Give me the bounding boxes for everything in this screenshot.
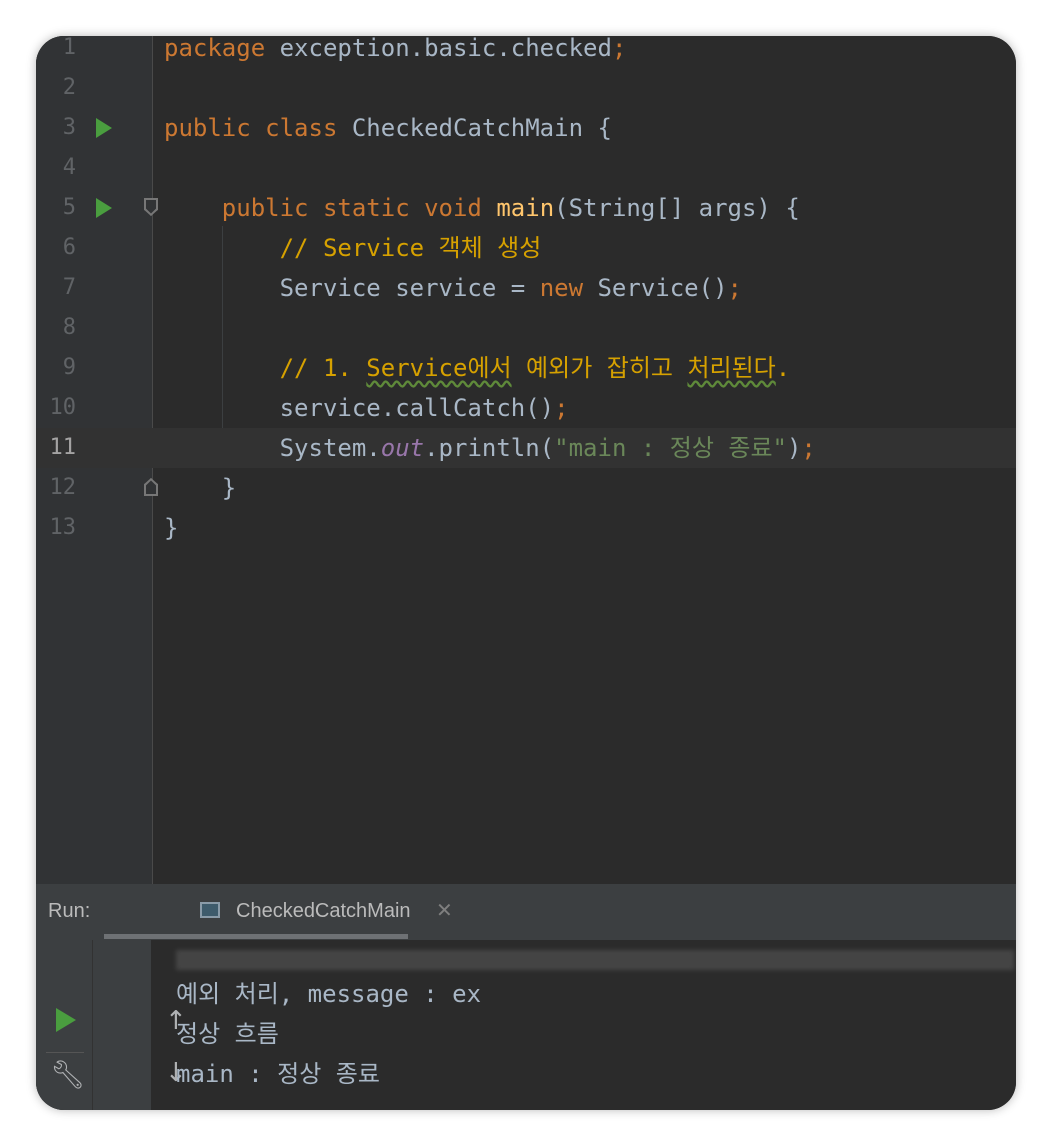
code-line[interactable]: 8 xyxy=(36,308,1016,348)
line-number: 9 xyxy=(62,355,76,380)
run-toolbar-left: 🔧︎ xyxy=(36,940,93,1110)
code-line[interactable]: 11 System.out.println("main : 정상 종료"); xyxy=(36,428,1016,468)
code-line[interactable]: 4 xyxy=(36,148,1016,188)
run-gutter-icon[interactable] xyxy=(96,118,112,138)
run-tab-label: CheckedCatchMain xyxy=(236,900,411,922)
line-number: 13 xyxy=(49,515,77,540)
code-text: service.callCatch(); xyxy=(164,394,569,422)
code-line[interactable]: 6 // Service 객체 생성 xyxy=(36,228,1016,268)
code-line[interactable]: 7 Service service = new Service(); xyxy=(36,268,1016,308)
code-line[interactable]: 2 xyxy=(36,68,1016,108)
line-number: 5 xyxy=(62,195,76,220)
ide-window: 1 package exception.basic.checked; 2 3 publi… xyxy=(36,36,1016,1110)
code-text: System.out.println("main : 정상 종료"); xyxy=(164,434,816,462)
line-number: 6 xyxy=(62,235,76,260)
line-number: 7 xyxy=(62,275,76,300)
console-icon xyxy=(196,902,220,923)
close-icon[interactable]: ✕ xyxy=(436,898,453,922)
line-number: 11 xyxy=(49,435,77,460)
fold-icon[interactable] xyxy=(144,478,158,496)
play-icon[interactable] xyxy=(56,1008,76,1032)
line-number: 10 xyxy=(49,395,77,420)
blurred-console-line xyxy=(176,950,1014,970)
console-line: 예외 처리, message : ex xyxy=(176,980,482,1008)
code-editor[interactable]: 1 package exception.basic.checked; 2 3 publi… xyxy=(36,36,1016,884)
run-toolbar-right: ↑ ↓ ⇶ xyxy=(93,940,187,1110)
line-number: 8 xyxy=(62,315,76,340)
code-line[interactable]: 5 public static void main(String[] args)… xyxy=(36,188,1016,228)
console-line: 정상 흐름 xyxy=(176,1020,279,1048)
code-text: package exception.basic.checked; xyxy=(164,36,627,62)
run-tab-checkedcatchmain[interactable]: CheckedCatchMain ✕ xyxy=(104,884,453,940)
fold-icon[interactable] xyxy=(144,198,158,216)
line-number: 1 xyxy=(62,36,76,60)
code-line[interactable]: 3 public class CheckedCatchMain { xyxy=(36,108,1016,148)
run-tool-window: Run: CheckedCatchMain ✕ 🔧︎ ↑ ↓ ⇶ 예외 처리, … xyxy=(36,884,1016,1110)
code-line[interactable]: 1 package exception.basic.checked; xyxy=(36,36,1016,68)
active-tab-indicator xyxy=(104,934,408,939)
code-line[interactable]: 9 // 1. Service에서 예외가 잡히고 처리된다. xyxy=(36,348,1016,388)
code-line[interactable]: 13} xyxy=(36,508,1016,548)
run-header: Run: CheckedCatchMain ✕ xyxy=(36,884,1016,940)
wrench-icon[interactable]: 🔧︎ xyxy=(50,1058,86,1091)
run-label: Run: xyxy=(48,900,91,922)
line-number: 3 xyxy=(62,115,76,140)
code-text: } xyxy=(164,514,179,542)
code-text: // 1. Service에서 예외가 잡히고 처리된다. xyxy=(279,354,791,382)
code-line[interactable]: 10 service.callCatch(); xyxy=(36,388,1016,428)
line-number: 4 xyxy=(62,155,76,180)
run-gutter-icon[interactable] xyxy=(96,198,112,218)
code-text: // Service 객체 생성 xyxy=(279,234,542,262)
line-number: 12 xyxy=(49,475,77,500)
code-text: } xyxy=(164,474,237,502)
console-line: main : 정상 종료 xyxy=(176,1060,380,1088)
console-output[interactable]: 예외 처리, message : ex 정상 흐름 main : 정상 종료 xyxy=(176,940,1016,1110)
code-text: public class CheckedCatchMain { xyxy=(164,114,612,142)
code-text: Service service = new Service(); xyxy=(164,274,742,302)
line-number: 2 xyxy=(62,75,76,100)
toolbar-separator xyxy=(46,1052,84,1053)
code-text: public static void main(String[] args) { xyxy=(221,194,800,222)
code-line[interactable]: 12 } xyxy=(36,468,1016,508)
